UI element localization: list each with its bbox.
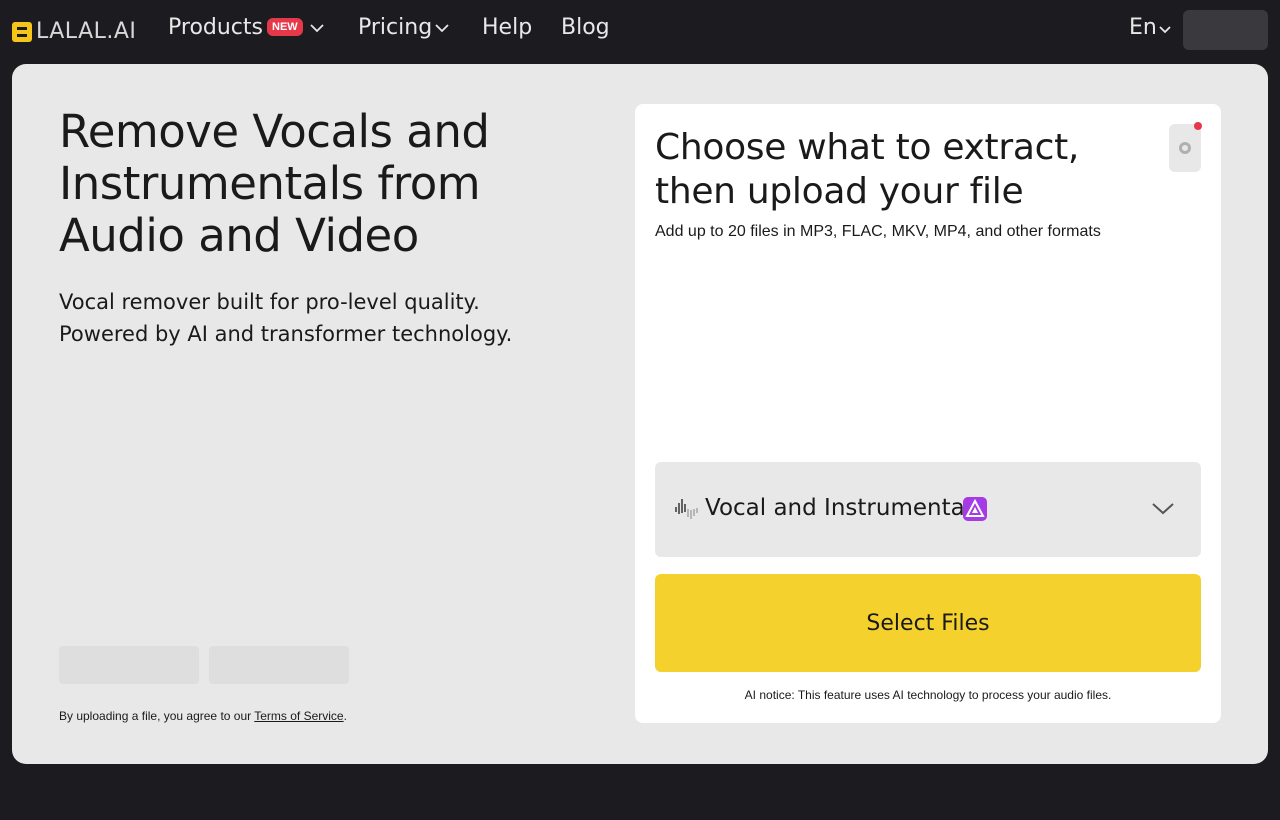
upload-panel: Choose what to extract, then upload your… [635, 104, 1221, 723]
terms-suffix: . [343, 709, 347, 723]
language-selector[interactable]: En [1129, 15, 1172, 40]
hero-subtitle: Vocal remover built for pro-level qualit… [59, 286, 599, 350]
nav-help[interactable]: Help [482, 15, 532, 40]
chevron-down-icon [1159, 25, 1171, 33]
nav-products-label: Products [168, 15, 263, 40]
top-nav: LALAL.AI Products NEW Pricing Help Blog … [0, 0, 1280, 60]
chevron-down-icon [1152, 503, 1174, 515]
store-badge-placeholder[interactable] [209, 646, 349, 684]
ai-notice: AI notice: This feature uses AI technolo… [744, 688, 1112, 702]
hero-subtitle-line2: Powered by AI and transformer technology… [59, 322, 513, 346]
nav-blog[interactable]: Blog [561, 15, 610, 40]
nav-blog-label: Blog [561, 15, 610, 40]
waveform-icon [675, 499, 698, 519]
new-badge: NEW [267, 17, 303, 36]
upload-panel-subtitle: Add up to 20 files in MP3, FLAC, MKV, MP… [655, 223, 1101, 240]
nav-help-label: Help [482, 15, 533, 40]
extraction-type-select[interactable]: Vocal and Instrumental [655, 462, 1201, 557]
terms-notice: By uploading a file, you agree to our Te… [59, 709, 347, 723]
chevron-down-icon [435, 23, 449, 32]
extraction-type-label: Vocal and Instrumental [705, 495, 972, 521]
ai-icon [963, 497, 987, 521]
chevron-down-icon [310, 23, 324, 32]
hero-subtitle-line1: Vocal remover built for pro-level qualit… [59, 290, 480, 314]
logo-text: LALAL.AI [36, 19, 137, 44]
language-label: En [1129, 15, 1157, 40]
store-badge-placeholder[interactable] [59, 646, 199, 684]
select-files-button[interactable]: Select Files [655, 574, 1201, 672]
terms-of-service-link[interactable]: Terms of Service [254, 709, 343, 723]
upload-panel-title: Choose what to extract, then upload your… [655, 127, 1080, 212]
notification-dot [1194, 122, 1202, 130]
logo[interactable]: LALAL.AI [12, 19, 136, 44]
page-title: Remove Vocals and Instrumentals from Aud… [59, 105, 490, 262]
account-button[interactable] [1183, 10, 1268, 50]
gear-icon [1179, 142, 1191, 154]
nav-pricing[interactable]: Pricing [358, 15, 450, 40]
nav-products[interactable]: Products NEW [168, 15, 325, 40]
settings-button[interactable] [1169, 122, 1202, 172]
nav-pricing-label: Pricing [358, 15, 433, 40]
main-card: Remove Vocals and Instrumentals from Aud… [12, 64, 1268, 764]
logo-icon [12, 21, 32, 42]
terms-prefix: By uploading a file, you agree to our [59, 709, 255, 723]
